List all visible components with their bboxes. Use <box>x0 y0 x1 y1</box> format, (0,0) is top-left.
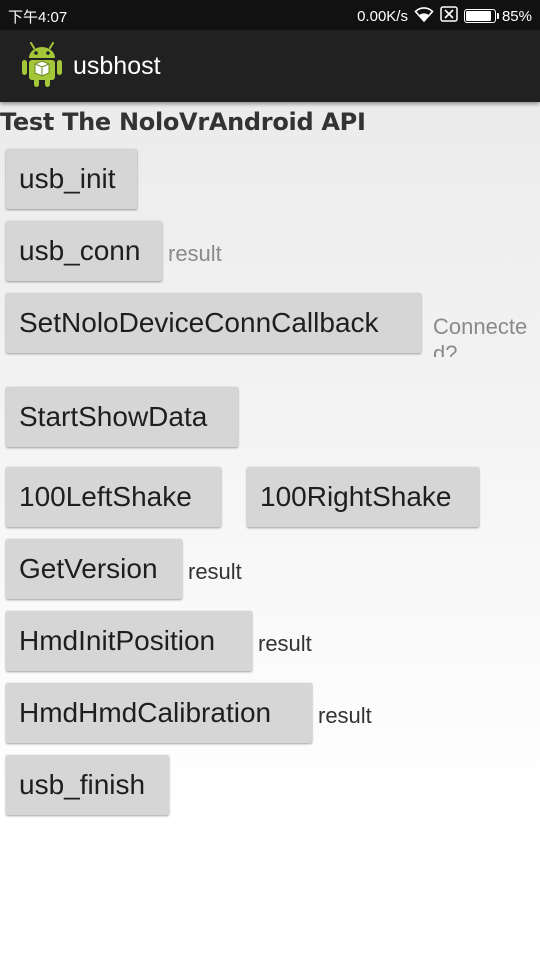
page-heading: Test The NoloVrAndroid API <box>0 108 366 136</box>
network-speed: 0.00K/s <box>357 7 408 25</box>
connected-status: Connected? <box>433 314 528 357</box>
status-time: 下午4:07 <box>8 9 68 26</box>
hmd-calibration-button[interactable]: HmdHmdCalibration <box>6 683 312 743</box>
sim-icon <box>440 6 458 26</box>
get-version-result: result <box>188 559 242 584</box>
start-show-data-button[interactable]: StartShowData <box>6 387 238 447</box>
usb-init-button[interactable]: usb_init <box>6 149 137 209</box>
status-bar: 下午4:07 0.00K/s 85% <box>0 0 540 30</box>
usb-finish-button[interactable]: usb_finish <box>6 755 169 815</box>
get-version-button[interactable]: GetVersion <box>6 539 182 599</box>
battery-percent: 85% <box>501 7 532 25</box>
usb-conn-button[interactable]: usb_conn <box>6 221 162 281</box>
battery-icon <box>463 9 499 23</box>
android-icon <box>20 42 64 88</box>
status-right-group: 0.00K/s 85% <box>357 6 532 26</box>
left-shake-button[interactable]: 100LeftShake <box>6 467 221 527</box>
app-title: usbhost <box>73 52 161 80</box>
hmd-init-position-result: result <box>258 631 312 656</box>
hmd-calibration-result: result <box>318 703 372 728</box>
app-bar: usbhost <box>0 30 540 102</box>
right-shake-button[interactable]: 100RightShake <box>247 467 479 527</box>
battery-fill <box>465 11 492 21</box>
usb-conn-result: result <box>168 241 222 266</box>
set-nolo-device-conn-callback-button[interactable]: SetNoloDeviceConnCallback <box>6 293 421 353</box>
hmd-init-position-button[interactable]: HmdInitPosition <box>6 611 252 671</box>
wifi-icon <box>414 6 434 26</box>
